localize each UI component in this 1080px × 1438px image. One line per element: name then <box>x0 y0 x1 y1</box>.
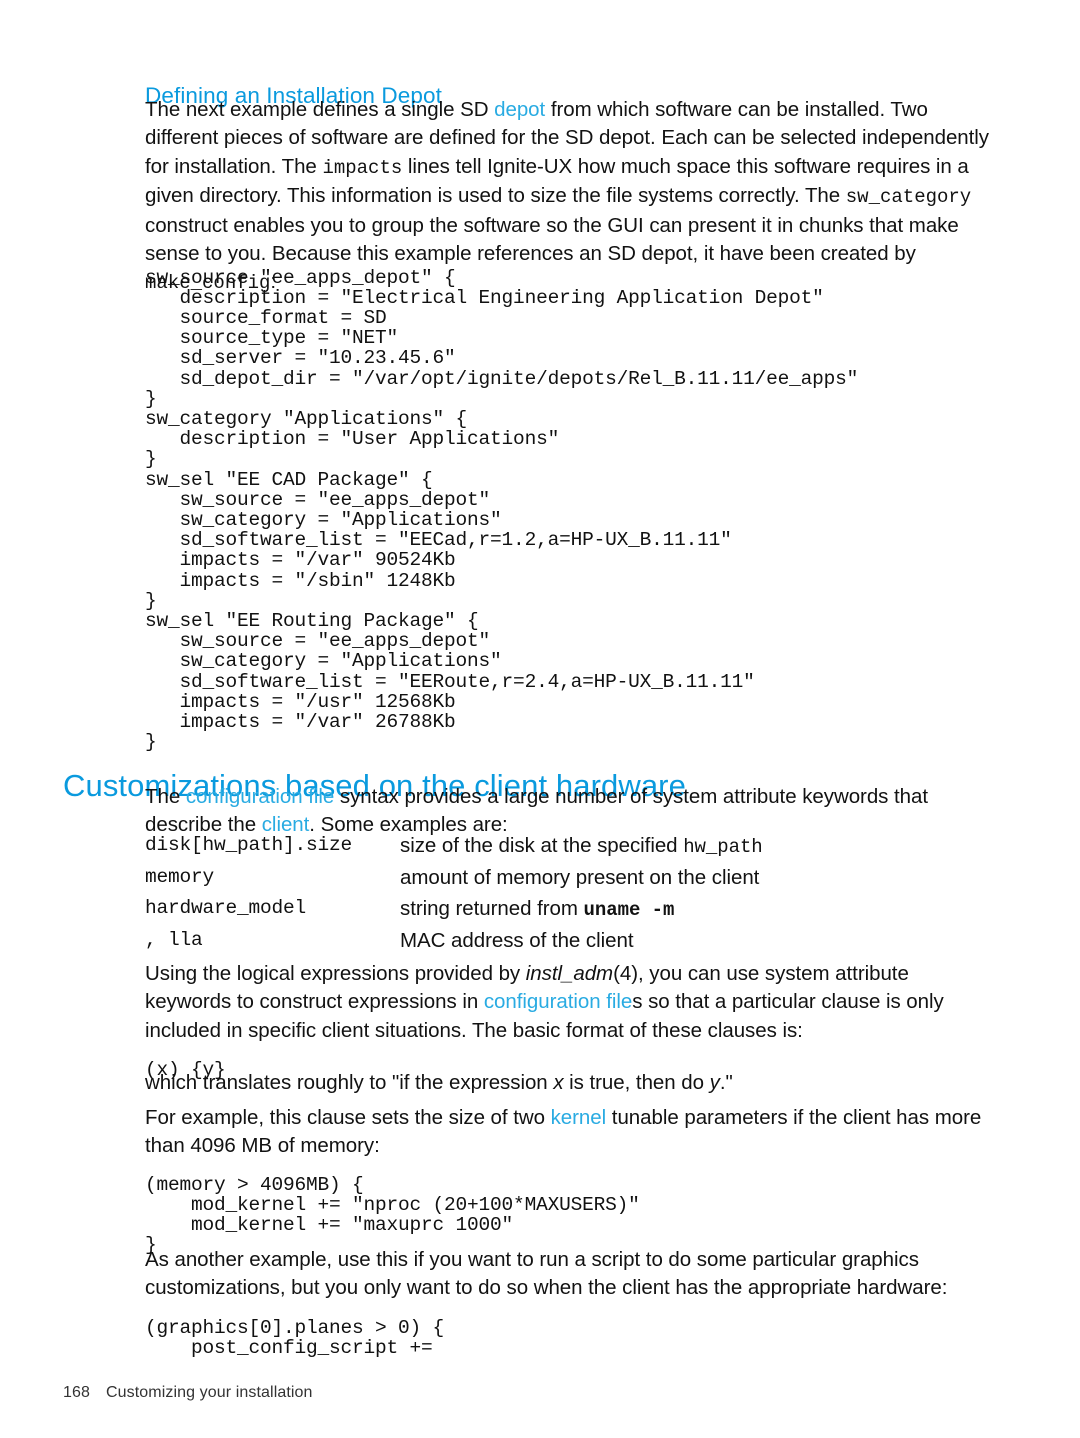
italic-x: x <box>553 1071 564 1094</box>
footer-chapter-title: Customizing your installation <box>106 1384 313 1401</box>
text-fragment: amount of memory present on the client <box>400 865 760 889</box>
page-footer: 168 Customizing your installation <box>63 1384 313 1402</box>
text-fragment: string returned from <box>400 897 584 920</box>
italic-instl-adm: instl_adm <box>525 962 614 985</box>
inline-code-sw-category: sw_category <box>845 186 972 209</box>
attribute-description: MAC address of the client <box>400 929 945 961</box>
attribute-term: , lla <box>145 928 203 951</box>
table-row: hardware_model string returned from unam… <box>145 897 945 929</box>
text-fragment: ." <box>719 1071 733 1094</box>
logical-expressions-paragraph: Using the logical expressions provided b… <box>145 960 995 1045</box>
text-fragment: is true, then do <box>563 1071 710 1094</box>
text-fragment: which translates roughly to "if the expr… <box>145 1071 554 1094</box>
attribute-description: size of the disk at the specified hw_pat… <box>400 834 945 866</box>
attribute-term: disk[hw_path].size <box>145 834 353 856</box>
inline-code-hw-path: hw_path <box>683 836 763 858</box>
inline-code-uname-m: uname -m <box>583 899 675 921</box>
text-fragment: For example, this clause sets the size o… <box>145 1106 551 1129</box>
document-page: Defining an Installation Depot The next … <box>0 0 1080 1438</box>
text-fragment: The next example defines a single SD <box>145 98 495 121</box>
attribute-description: amount of memory present on the client <box>400 866 945 898</box>
text-fragment: MAC address of the client <box>400 928 634 952</box>
code-block-memory-clause: (memory > 4096MB) { mod_kernel += "nproc… <box>145 1173 640 1257</box>
code-block-graphics-clause: (graphics[0].planes > 0) { post_config_s… <box>145 1316 445 1359</box>
code-block-sw-source-depot: sw_source "ee_apps_depot" { description … <box>145 266 859 754</box>
link-configuration-files[interactable]: configuration file <box>484 990 632 1013</box>
text-fragment: size of the disk at the specified <box>400 834 684 857</box>
link-configuration-file[interactable]: configuration file <box>186 785 334 808</box>
link-kernel[interactable]: kernel <box>551 1106 607 1129</box>
table-row: disk[hw_path].size size of the disk at t… <box>145 834 945 866</box>
attribute-term: memory <box>145 865 215 888</box>
kernel-example-paragraph: For example, this clause sets the size o… <box>145 1104 995 1161</box>
link-client[interactable]: client <box>262 813 310 836</box>
page-number: 168 <box>63 1384 90 1401</box>
text-fragment: The <box>145 785 186 808</box>
inline-code-impacts: impacts <box>322 156 403 179</box>
italic-y: y <box>709 1071 720 1094</box>
text-fragment: Using the logical expressions provided b… <box>145 962 526 985</box>
graphics-example-paragraph: As another example, use this if you want… <box>145 1248 948 1300</box>
customizations-intro-paragraph: The configuration file syntax provides a… <box>145 783 995 840</box>
attribute-term: hardware_model <box>145 897 307 919</box>
attribute-keyword-table: disk[hw_path].size size of the disk at t… <box>145 834 945 960</box>
text-fragment: . Some examples are: <box>309 813 508 837</box>
text-fragment: construct enables you to group the softw… <box>145 213 959 266</box>
table-row: memory amount of memory present on the c… <box>145 866 945 898</box>
translation-paragraph: which translates roughly to "if the expr… <box>145 1069 995 1097</box>
table-row: , lla MAC address of the client <box>145 929 945 961</box>
link-depot[interactable]: depot <box>494 98 545 121</box>
attribute-description: string returned from uname -m <box>400 897 945 929</box>
